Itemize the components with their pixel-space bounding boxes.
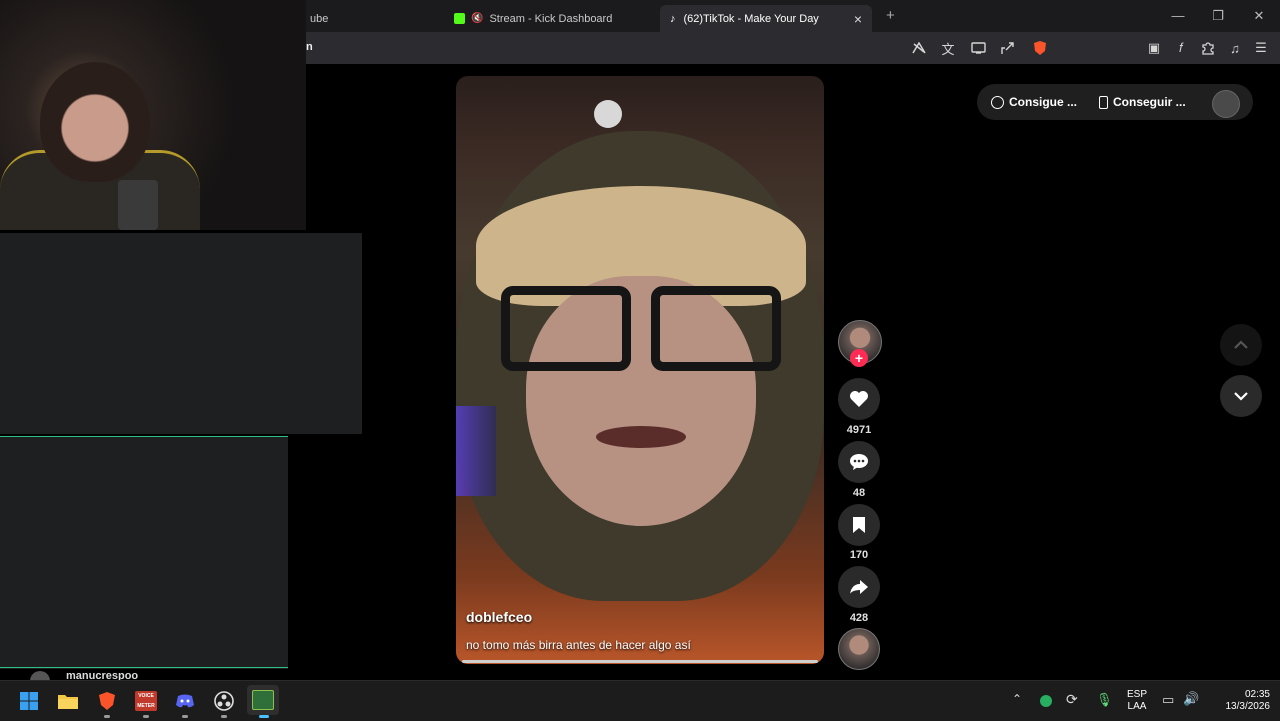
active-app-button[interactable]: [247, 685, 279, 715]
overlay-divider: [0, 667, 288, 668]
sound-avatar[interactable]: [838, 628, 880, 670]
like-button[interactable]: [838, 378, 880, 420]
cast-icon[interactable]: [969, 40, 987, 56]
clock-date: 13/3/2026: [1225, 701, 1271, 712]
video-frame-light: [456, 406, 496, 496]
tiktok-icon: ♪: [670, 12, 676, 25]
comment-icon: [850, 454, 868, 470]
active-indicator: [259, 715, 269, 718]
restore-icon[interactable]: ❐: [1208, 8, 1228, 24]
kick-icon: [454, 13, 465, 24]
media-music-icon[interactable]: ♫: [1226, 40, 1244, 56]
get-coins-button[interactable]: Consigue ...: [991, 95, 1077, 109]
get-app-button[interactable]: Conseguir ...: [1099, 95, 1186, 109]
clock-time: 02:35: [1244, 689, 1270, 700]
keyboard-layout: LAA: [1127, 701, 1147, 712]
webcam-overlay: [0, 0, 306, 230]
share-count: 428: [849, 612, 869, 624]
close-window-icon[interactable]: ✕: [1249, 8, 1269, 24]
tray-microphone-icon[interactable]: 🎙: [1096, 692, 1113, 708]
brave-shield-icon[interactable]: [1031, 40, 1049, 56]
get-coins-label: Consigue ...: [1009, 95, 1078, 109]
new-tab-button[interactable]: +: [886, 7, 895, 24]
save-button[interactable]: [838, 504, 880, 546]
menu-icon[interactable]: ☰: [1252, 40, 1270, 56]
video-player[interactable]: doblefceo no tomo más birra antes de hac…: [456, 76, 824, 664]
tray-sync-icon[interactable]: ⟳: [1066, 691, 1078, 708]
mute-tab-icon[interactable]: 🔇: [471, 13, 483, 24]
translate-icon[interactable]: 文: [939, 40, 957, 57]
chevron-down-icon: [1234, 392, 1248, 401]
voicemeeter-icon: VOICE METER: [135, 691, 157, 711]
get-app-label: Conseguir ...: [1113, 95, 1186, 109]
profile-avatar[interactable]: [1212, 90, 1240, 118]
minimize-icon[interactable]: —: [1168, 8, 1188, 23]
previous-video-button[interactable]: [1220, 324, 1262, 366]
overlay-panel: [0, 233, 362, 434]
running-indicator: [182, 715, 188, 718]
tray-chevron-up-icon[interactable]: ⌃: [1012, 692, 1022, 706]
heart-icon: [850, 391, 868, 407]
script-extension-icon[interactable]: 𝑓: [1172, 40, 1190, 56]
video-progress-bar[interactable]: [462, 660, 818, 663]
follow-button[interactable]: +: [850, 349, 868, 367]
share-icon[interactable]: [999, 40, 1017, 56]
windows-icon: [20, 692, 38, 710]
address-bar[interactable]: n: [306, 41, 313, 53]
phone-icon: [1099, 95, 1108, 109]
voicemeeter-button[interactable]: VOICE METER: [133, 688, 159, 714]
like-count: 4971: [846, 424, 872, 436]
obs-icon: [214, 691, 234, 711]
clock[interactable]: 02:35 13/3/2026: [1208, 689, 1271, 713]
bookmark-icon: [853, 517, 865, 533]
video-frame-bulb: [594, 100, 622, 128]
share-arrow-icon: [850, 580, 868, 594]
chevron-up-icon: [1234, 340, 1248, 349]
video-frame-glasses: [501, 286, 631, 371]
tab-label: Stream - Kick Dashboard: [489, 12, 613, 25]
extensions-puzzle-icon[interactable]: [1199, 40, 1217, 56]
video-caption: no tomo más birra antes de hacer algo as…: [466, 638, 691, 652]
coin-icon: [991, 95, 1004, 109]
tab-label: ube: [310, 12, 329, 25]
discord-button[interactable]: [172, 688, 198, 714]
folder-icon: [58, 695, 78, 709]
brave-browser-button[interactable]: [94, 688, 120, 714]
running-indicator: [143, 715, 149, 718]
tray-volume-icon[interactable]: 🔊: [1183, 691, 1199, 707]
running-indicator: [221, 715, 227, 718]
comment-button[interactable]: [838, 441, 880, 483]
tab-kick-dashboard[interactable]: 🔇 Stream - Kick Dashboard: [444, 5, 656, 32]
discord-icon: [176, 694, 194, 708]
video-frame-mouth: [596, 426, 686, 448]
video-username[interactable]: doblefceo: [466, 609, 532, 625]
brave-icon: [99, 692, 115, 710]
close-tab-icon[interactable]: ×: [854, 11, 862, 27]
share-button[interactable]: [838, 566, 880, 608]
tab-label: (62)TikTok - Make Your Day: [683, 12, 819, 25]
extension-icon[interactable]: ▣: [1145, 40, 1163, 56]
chat-username: manucrespoo: [66, 670, 139, 680]
tray-network-icon[interactable]: ▭: [1162, 692, 1174, 708]
running-indicator: [104, 715, 110, 718]
tray-status-icon[interactable]: [1040, 695, 1052, 707]
comment-count: 48: [852, 487, 866, 499]
video-frame-glasses: [651, 286, 781, 371]
webcam-bottle: [118, 180, 158, 230]
next-video-button[interactable]: [1220, 375, 1262, 417]
webcam-person-head: [40, 62, 150, 182]
save-count: 170: [849, 549, 869, 561]
start-button[interactable]: [16, 688, 42, 714]
language-code: ESP: [1126, 689, 1147, 700]
input-language-indicator[interactable]: ESP LAA: [1124, 689, 1150, 713]
terminal-app-icon: [252, 690, 274, 710]
obs-button[interactable]: [211, 688, 237, 714]
reader-mode-icon[interactable]: [910, 40, 928, 56]
file-explorer-button[interactable]: [55, 688, 81, 714]
tab-youtube[interactable]: ube: [300, 5, 440, 32]
tab-tiktok[interactable]: ♪ (62)TikTok - Make Your Day ×: [660, 5, 872, 32]
chat-overlay-panel: [0, 436, 288, 669]
